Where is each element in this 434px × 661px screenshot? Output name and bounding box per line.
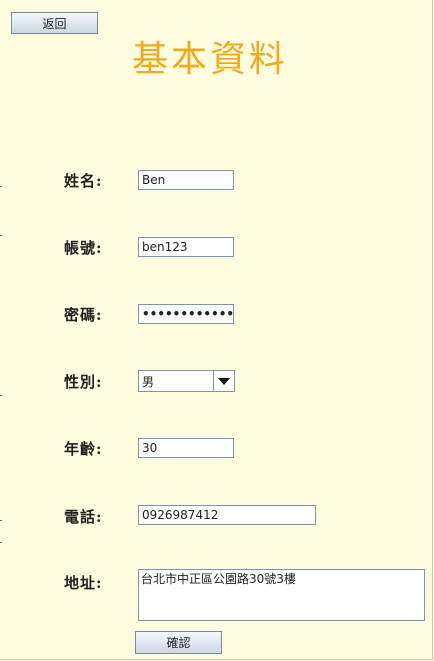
password-input[interactable]: ••••••••••••••••••: [138, 304, 234, 324]
edge-mark: [0, 520, 2, 521]
password-label: 密碼:: [64, 306, 103, 324]
edge-mark: [0, 186, 2, 187]
age-label: 年齡:: [64, 440, 103, 458]
edge-mark: [0, 235, 2, 236]
gender-label: 性別:: [64, 373, 103, 391]
confirm-button[interactable]: 確認: [135, 631, 222, 654]
phone-label: 電話:: [64, 508, 103, 526]
window-frame: [0, 0, 433, 660]
name-label: 姓名:: [64, 172, 103, 190]
back-button[interactable]: 返回: [11, 12, 98, 34]
phone-input[interactable]: 0926987412: [138, 505, 316, 525]
gender-select[interactable]: 男: [138, 370, 235, 392]
edge-mark: [0, 395, 2, 396]
age-input[interactable]: 30: [138, 438, 234, 458]
account-label: 帳號:: [64, 239, 103, 257]
address-textarea[interactable]: 台北市中正區公園路30號3樓: [138, 569, 425, 621]
edge-mark: [0, 542, 2, 543]
page-title: 基本資料: [131, 39, 288, 80]
account-input[interactable]: ben123: [138, 237, 234, 257]
chevron-down-icon[interactable]: [213, 371, 234, 391]
gender-select-value: 男: [142, 374, 155, 389]
name-input[interactable]: Ben: [138, 170, 234, 190]
address-label: 地址:: [64, 574, 103, 592]
